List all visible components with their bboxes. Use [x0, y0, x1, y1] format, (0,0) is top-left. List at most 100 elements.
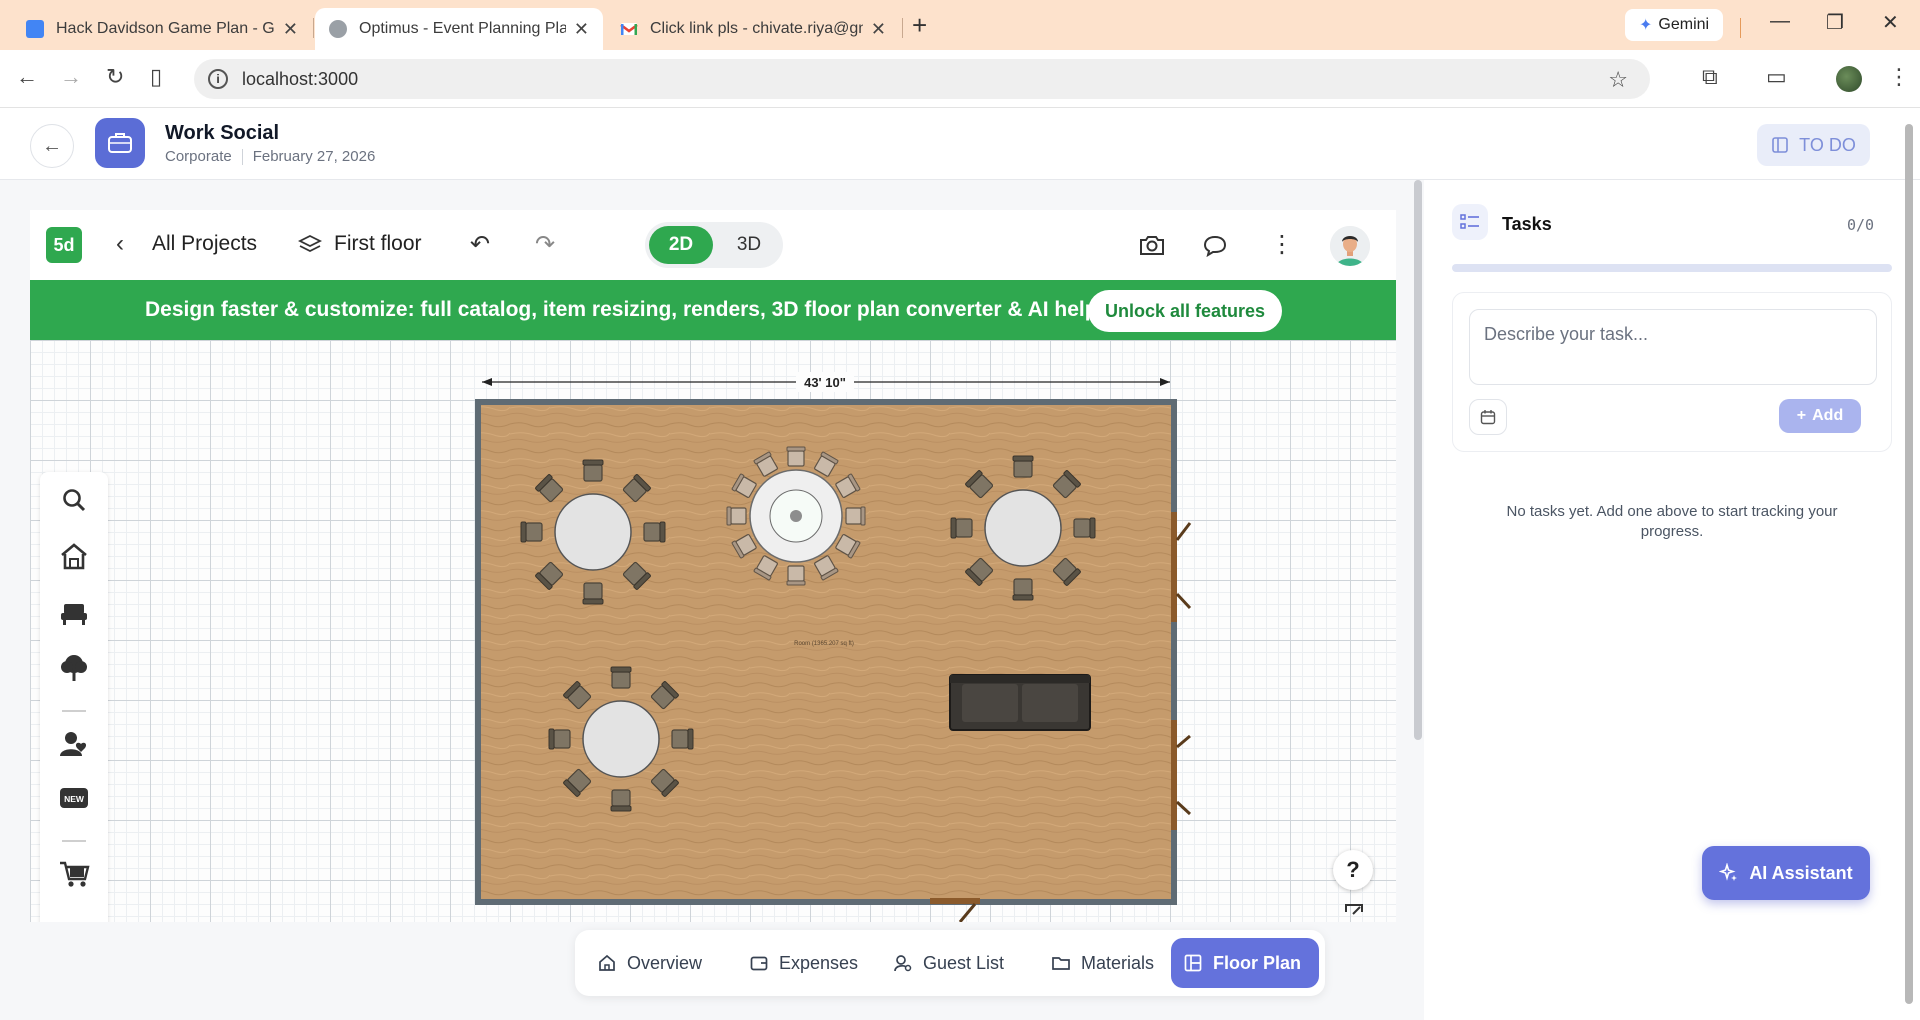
all-projects-link[interactable]: All Projects: [152, 232, 257, 256]
cast-icon[interactable]: ▭: [1766, 64, 1787, 90]
upgrade-banner: Design faster & customize: full catalog,…: [30, 280, 1396, 340]
todo-button[interactable]: TO DO: [1757, 124, 1870, 166]
browser-tab-active[interactable]: Optimus - Event Planning Platfo ✕: [315, 8, 603, 50]
task-description-input[interactable]: Describe your task...: [1469, 309, 1877, 385]
event-title: Work Social: [165, 122, 280, 144]
todo-label: TO DO: [1799, 134, 1856, 155]
browser-tab[interactable]: Click link pls - chivate.riya@gm ✕: [606, 8, 900, 50]
close-icon[interactable]: ✕: [871, 19, 886, 40]
empty-tasks-message: No tasks yet. Add one above to start tra…: [1506, 503, 1838, 540]
mode-3d-button[interactable]: 3D: [719, 226, 779, 264]
globe-icon: [329, 20, 347, 38]
user-search-icon: [894, 955, 912, 972]
tab-divider: [1740, 18, 1741, 38]
dimension-label: 43' 10": [804, 375, 846, 390]
nav-label: Floor Plan: [1213, 952, 1302, 973]
layers-icon: [298, 234, 322, 253]
event-date: February 27, 2026: [252, 148, 376, 165]
expand-icon[interactable]: [1343, 902, 1365, 922]
undo-icon[interactable]: ↶: [470, 230, 490, 259]
nav-materials[interactable]: Materials: [1039, 938, 1166, 988]
new-task-card: Describe your task... + Add: [1452, 292, 1892, 452]
gemini-star-icon: ✦: [1639, 17, 1653, 34]
briefcase-icon: [95, 118, 145, 168]
tree-icon[interactable]: [58, 652, 90, 684]
floor-plan-canvas[interactable]: 43' 10" Room (1365.207 sq ft) NEW ?: [30, 340, 1396, 922]
chevron-left-icon[interactable]: ‹: [116, 230, 124, 258]
browser-profile-avatar[interactable]: [1836, 66, 1862, 92]
nav-expenses[interactable]: Expenses: [737, 938, 870, 988]
comment-icon[interactable]: [1202, 234, 1228, 258]
tab-divider: [902, 18, 903, 38]
browser-address-bar: ← → ↻ ▯ i localhost:3000 ☆ ⧉ ▭ ⋮: [0, 50, 1920, 108]
search-icon[interactable]: [58, 484, 90, 516]
nav-label: Overview: [627, 952, 703, 973]
new-tab-plus-icon[interactable]: +: [912, 10, 927, 41]
view-mode-toggle: 2D 3D: [645, 222, 783, 268]
tab-title: Hack Davidson Game Plan - Go: [56, 20, 275, 37]
wallet-icon: [750, 956, 768, 971]
tasks-title: Tasks: [1502, 214, 1552, 234]
scrollbar-thumb[interactable]: [1905, 124, 1913, 1004]
camera-icon[interactable]: [1138, 233, 1166, 257]
checklist-icon: [1452, 204, 1488, 240]
browser-menu-icon[interactable]: ⋮: [1888, 64, 1910, 90]
nav-floor-plan[interactable]: Floor Plan: [1171, 938, 1319, 988]
new-badge-icon[interactable]: NEW: [58, 782, 90, 814]
gemini-button[interactable]: ✦ Gemini: [1625, 9, 1724, 41]
close-window-icon[interactable]: ✕: [1882, 10, 1899, 35]
nav-guest-list[interactable]: Guest List: [881, 938, 1016, 988]
sofa[interactable]: [949, 674, 1091, 731]
more-options-icon[interactable]: ⋮: [1270, 230, 1294, 259]
upgrade-message: Design faster & customize: full catalog,…: [145, 298, 1098, 321]
nav-label: Expenses: [779, 952, 859, 973]
plus-icon: +: [1796, 407, 1807, 424]
url-field[interactable]: i localhost:3000 ☆: [194, 59, 1650, 99]
event-meta: Corporate February 27, 2026: [165, 148, 375, 165]
event-category: Corporate: [165, 148, 232, 165]
due-date-button[interactable]: [1469, 399, 1507, 435]
back-button[interactable]: ←: [30, 124, 74, 168]
url-text: localhost:3000: [242, 68, 359, 89]
planner-logo[interactable]: 5d: [46, 227, 82, 263]
extensions-icon[interactable]: ⧉: [1702, 64, 1718, 90]
close-icon[interactable]: ✕: [574, 19, 589, 40]
door-bottom[interactable]: [930, 898, 980, 922]
add-task-button[interactable]: + Add: [1779, 399, 1861, 433]
floor-selector[interactable]: First floor: [334, 232, 422, 256]
floor-planner: 5d ‹ All Projects First floor ↶ ↷ 2D 3D …: [30, 210, 1396, 922]
help-button[interactable]: ?: [1333, 850, 1373, 890]
planner-scrollbar[interactable]: [1414, 180, 1422, 740]
door-right-top[interactable]: [1171, 512, 1192, 622]
home-icon[interactable]: [58, 540, 90, 572]
bookmark-star-icon[interactable]: ☆: [1608, 67, 1628, 93]
site-info-icon[interactable]: i: [208, 69, 228, 89]
toolbar-divider: [62, 710, 86, 712]
nav-overview[interactable]: Overview: [585, 938, 714, 988]
planner-toolbar: 5d ‹ All Projects First floor ↶ ↷ 2D 3D …: [30, 210, 1396, 280]
round-table-4[interactable]: [548, 666, 694, 812]
door-right-bottom[interactable]: [1171, 720, 1192, 830]
minimize-icon[interactable]: —: [1770, 10, 1790, 33]
close-icon[interactable]: ✕: [283, 19, 298, 40]
avatar[interactable]: [1330, 226, 1370, 266]
gemini-label: Gemini: [1658, 16, 1710, 33]
room-area-label: Room (1365.207 sq ft): [794, 641, 854, 647]
page-scrollbar[interactable]: [1902, 112, 1916, 1012]
tasks-progress-bar: [1452, 264, 1892, 272]
reload-icon[interactable]: ↻: [106, 64, 124, 90]
furniture-icon[interactable]: [58, 598, 90, 630]
unlock-features-button[interactable]: Unlock all features: [1088, 290, 1282, 332]
planner-left-toolbar: NEW: [40, 472, 108, 922]
restore-icon[interactable]: ❐: [1826, 10, 1844, 35]
toolbar-divider: [62, 840, 86, 842]
people-icon[interactable]: [58, 728, 90, 760]
split-view-icon[interactable]: ▯: [150, 64, 162, 90]
browser-tab[interactable]: Hack Davidson Game Plan - Go ✕: [12, 8, 312, 50]
forward-arrow-icon[interactable]: →: [60, 64, 82, 90]
ai-assistant-button[interactable]: AI Assistant: [1702, 846, 1870, 900]
mode-2d-button[interactable]: 2D: [649, 226, 713, 264]
shopping-cart-icon[interactable]: [58, 858, 90, 890]
back-arrow-icon[interactable]: ←: [16, 64, 38, 90]
redo-icon[interactable]: ↷: [535, 230, 555, 259]
